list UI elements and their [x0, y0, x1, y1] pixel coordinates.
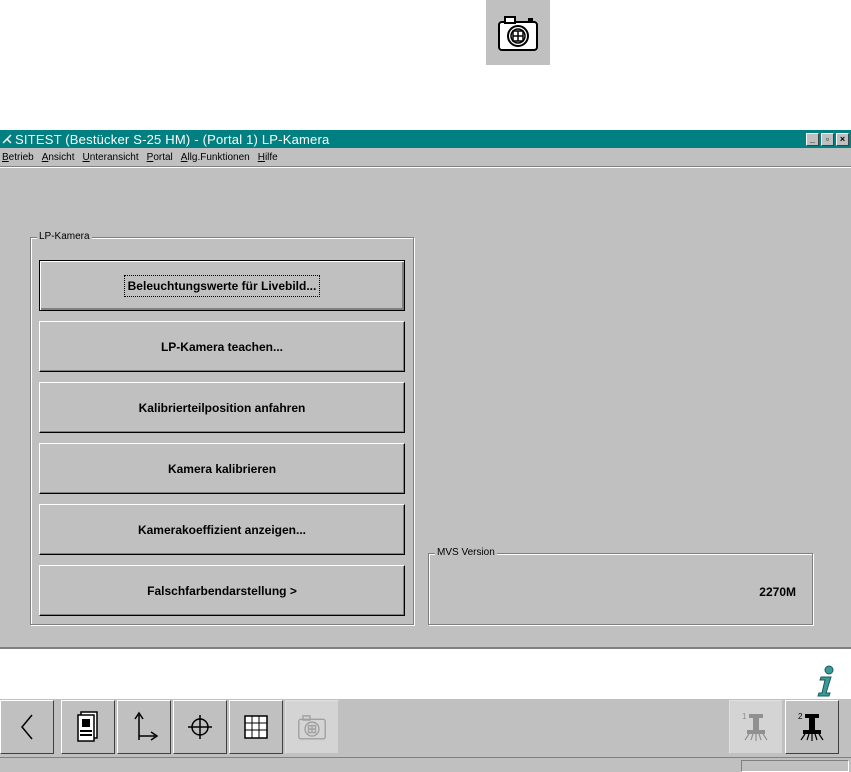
- menu-betrieb[interactable]: Betrieb: [1, 152, 35, 163]
- kamerakoeffizient-button-label: Kamerakoeffizient anzeigen...: [137, 522, 307, 537]
- main-panel: LP-Kamera Beleuchtungswerte für Livebild…: [0, 168, 851, 647]
- falschfarbendarstellung-button[interactable]: Falschfarbendarstellung >: [39, 565, 405, 616]
- grid-button[interactable]: [229, 700, 283, 754]
- placement-head-2-button[interactable]: 2: [785, 700, 839, 754]
- mvs-version-value: 2270M: [759, 585, 796, 599]
- menu-portal[interactable]: Portal: [146, 152, 174, 163]
- kalibrierteilposition-button-label: Kalibrierteilposition anfahren: [138, 400, 306, 415]
- grid-icon: [244, 715, 268, 739]
- placement-head-1-icon: 1: [742, 712, 768, 741]
- status-bar: [0, 757, 851, 772]
- camera-button[interactable]: [285, 700, 339, 754]
- camera-icon: [298, 715, 326, 740]
- crosshair-icon: [188, 715, 212, 739]
- kamera-kalibrieren-button-label: Kamera kalibrieren: [167, 461, 277, 476]
- beleuchtungswerte-button-label: Beleuchtungswerte für Livebild...: [123, 274, 321, 297]
- menu-allg-funktionen[interactable]: Allg.Funktionen: [180, 152, 251, 163]
- info-strip: [0, 647, 851, 701]
- axes-icon: [134, 711, 159, 741]
- status-panel: [741, 760, 849, 772]
- kamera-kalibrieren-button[interactable]: Kamera kalibrieren: [39, 443, 405, 494]
- camera-toolbar-preview: [486, 0, 550, 65]
- camera-icon: [498, 15, 538, 51]
- menu-unteransicht[interactable]: Unteransicht: [81, 152, 139, 163]
- falschfarbendarstellung-button-label: Falschfarbendarstellung >: [147, 583, 297, 598]
- back-button[interactable]: [0, 700, 54, 754]
- mvs-version-group: MVS Version 2270M: [428, 547, 813, 625]
- bottom-toolbar: 1 2: [0, 699, 851, 757]
- close-button[interactable]: ×: [836, 132, 849, 146]
- station-icon: [77, 711, 98, 742]
- mvs-version-group-label: MVS Version: [435, 547, 497, 559]
- svg-text:2: 2: [798, 712, 803, 721]
- lp-kamera-group-label: LP-Kamera: [37, 231, 92, 243]
- window-title: SITEST (Bestücker S-25 HM) - (Portal 1) …: [15, 131, 330, 147]
- app-icon: [2, 134, 12, 144]
- station-button[interactable]: [61, 700, 115, 754]
- crosshair-button[interactable]: [173, 700, 227, 754]
- lp-kamera-teachen-button[interactable]: LP-Kamera teachen...: [39, 321, 405, 372]
- window-titlebar[interactable]: SITEST (Bestücker S-25 HM) - (Portal 1) …: [0, 130, 851, 148]
- kamerakoeffizient-button[interactable]: Kamerakoeffizient anzeigen...: [39, 504, 405, 555]
- placement-head-1-button[interactable]: 1: [729, 700, 783, 754]
- minimize-button[interactable]: _: [806, 132, 819, 146]
- lp-kamera-group: LP-Kamera Beleuchtungswerte für Livebild…: [30, 231, 414, 625]
- menu-ansicht[interactable]: Ansicht: [41, 152, 76, 163]
- placement-head-2-icon: 2: [798, 712, 824, 741]
- svg-text:1: 1: [742, 712, 747, 721]
- kalibrierteilposition-button[interactable]: Kalibrierteilposition anfahren: [39, 382, 405, 433]
- lp-kamera-teachen-button-label: LP-Kamera teachen...: [160, 339, 284, 354]
- menu-hilfe[interactable]: Hilfe: [257, 152, 279, 163]
- beleuchtungswerte-button[interactable]: Beleuchtungswerte für Livebild...: [39, 260, 405, 311]
- maximize-button[interactable]: ▫: [821, 132, 834, 146]
- axes-button[interactable]: [117, 700, 171, 754]
- back-arrow-icon: [21, 714, 33, 740]
- info-icon[interactable]: [815, 665, 837, 697]
- menu-bar: Betrieb Ansicht Unteransicht Portal Allg…: [0, 148, 851, 167]
